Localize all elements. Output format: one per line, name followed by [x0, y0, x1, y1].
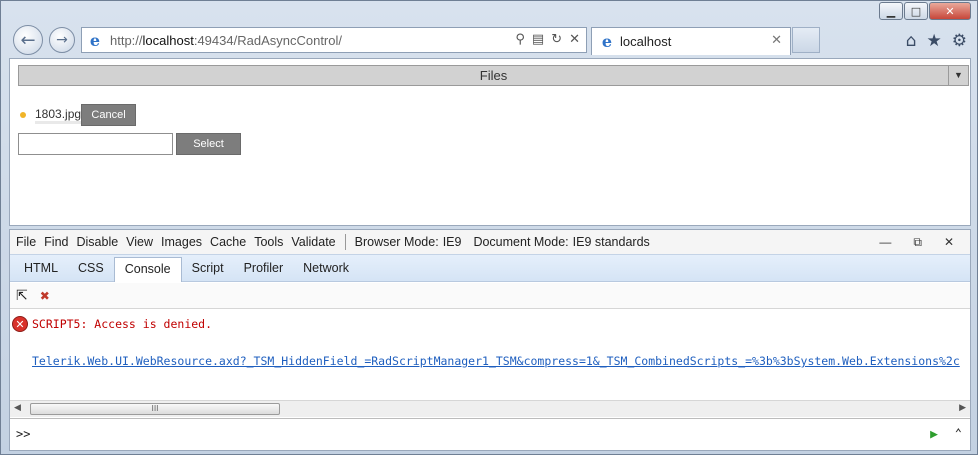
tab-close-icon[interactable]: ✕	[771, 33, 782, 48]
window-caption-buttons: ▁ □ ✕	[879, 2, 971, 20]
console-prompt: >>	[16, 427, 31, 441]
upload-file-row: 1803.jpg Cancel	[18, 104, 137, 126]
files-header[interactable]: Files ▼	[18, 65, 969, 86]
menu-validate[interactable]: Validate	[291, 235, 335, 249]
minimize-button[interactable]: ▁	[879, 2, 903, 20]
document-mode-label[interactable]: Document Mode:	[473, 235, 568, 249]
scroll-left-icon[interactable]: ◀	[14, 403, 21, 413]
file-name: 1803.jpg	[35, 107, 82, 124]
error-source-link[interactable]: Telerik.Web.UI.WebResource.axd?_TSM_Hidd…	[32, 354, 960, 368]
tab-network[interactable]: Network	[293, 261, 359, 281]
horizontal-scrollbar[interactable]: ◀ III ▶	[10, 400, 970, 417]
close-window-button[interactable]: ✕	[929, 2, 971, 20]
browser-mode-label[interactable]: Browser Mode:	[355, 235, 439, 249]
close-panel-icon[interactable]: ✕	[944, 235, 954, 250]
stop-icon[interactable]: ✕	[569, 32, 580, 47]
tab-css[interactable]: CSS	[68, 261, 114, 281]
files-label: Files	[479, 68, 508, 83]
menu-find[interactable]: Find	[44, 235, 68, 249]
address-bar-actions: ⚲ ▤ ↻ ✕	[515, 32, 580, 47]
error-icon: ✕	[12, 316, 28, 332]
unpin-panel-icon[interactable]: ⧉	[913, 235, 922, 250]
run-script-icon[interactable]: ▶	[930, 427, 938, 442]
menu-file[interactable]: File	[16, 235, 36, 249]
clear-console-icon[interactable]: ✖	[40, 289, 50, 303]
file-select-row: Select	[18, 133, 241, 155]
browser-window: ▁ □ ✕ ← → e http://localhost:49434/RadAs…	[0, 0, 978, 455]
select-button[interactable]: Select	[176, 133, 241, 155]
error-text: SCRIPT5: Access is denied.	[32, 317, 213, 331]
menu-cache[interactable]: Cache	[210, 235, 246, 249]
tab-ie-icon: e	[601, 32, 613, 51]
tab-profiler[interactable]: Profiler	[234, 261, 294, 281]
devtools-tabs: HTML CSS Console Script Profiler Network	[10, 254, 970, 282]
file-input[interactable]	[18, 133, 173, 155]
developer-tools-panel: File Find Disable View Images Cache Tool…	[9, 229, 971, 451]
select-element-icon[interactable]: ⇱	[16, 288, 28, 304]
tools-icon[interactable]: ⚙	[952, 31, 967, 51]
tab-script[interactable]: Script	[182, 261, 234, 281]
scroll-thumb[interactable]: III	[30, 403, 280, 415]
tab-console[interactable]: Console	[113, 257, 182, 282]
navigation-bar: ← → e http://localhost:49434/RadAsyncCon…	[1, 23, 977, 57]
expand-console-icon[interactable]: ⌃	[955, 426, 962, 440]
console-input[interactable]: >> ▶ ⌃	[10, 418, 970, 450]
devtools-menu-bar: File Find Disable View Images Cache Tool…	[10, 230, 970, 254]
upload-status-icon	[20, 112, 26, 118]
search-icon[interactable]: ⚲	[515, 32, 525, 47]
menu-tools[interactable]: Tools	[254, 235, 283, 249]
page-content: Files ▼ 1803.jpg Cancel Select	[9, 58, 971, 226]
browser-tab[interactable]: e localhost ✕	[591, 27, 791, 55]
menu-disable[interactable]: Disable	[76, 235, 118, 249]
refresh-icon[interactable]: ↻	[551, 32, 562, 47]
maximize-button[interactable]: □	[904, 2, 928, 20]
cancel-button[interactable]: Cancel	[81, 104, 137, 126]
url-text[interactable]: http://localhost:49434/RadAsyncControl/	[110, 33, 342, 48]
browser-mode-value[interactable]: IE9	[443, 235, 462, 249]
back-icon[interactable]: ←	[13, 25, 43, 55]
document-mode-value[interactable]: IE9 standards	[573, 235, 650, 249]
browser-command-icons: ⌂ ★ ⚙	[906, 31, 967, 51]
forward-icon[interactable]: →	[49, 27, 75, 53]
error-message: ✕ SCRIPT5: Access is denied.	[12, 316, 212, 332]
chevron-down-icon[interactable]: ▼	[948, 66, 968, 85]
home-icon[interactable]: ⌂	[906, 31, 917, 51]
menu-images[interactable]: Images	[161, 235, 202, 249]
devtools-window-controls: — ⧉ ✕	[879, 235, 962, 250]
ie-logo-icon: e	[89, 30, 101, 50]
scroll-right-icon[interactable]: ▶	[959, 403, 966, 413]
tab-title: localhost	[620, 34, 672, 49]
favorites-icon[interactable]: ★	[927, 31, 942, 51]
new-tab-button[interactable]	[792, 27, 820, 53]
tab-html[interactable]: HTML	[14, 261, 68, 281]
address-bar[interactable]: e http://localhost:49434/RadAsyncControl…	[81, 27, 587, 53]
console-output: ✕ SCRIPT5: Access is denied. Telerik.Web…	[10, 310, 970, 400]
compatibility-icon[interactable]: ▤	[532, 32, 544, 47]
menu-view[interactable]: View	[126, 235, 153, 249]
minimize-panel-icon[interactable]: —	[879, 235, 891, 250]
menu-separator	[344, 234, 346, 250]
console-toolbar: ⇱ ✖	[10, 283, 970, 309]
